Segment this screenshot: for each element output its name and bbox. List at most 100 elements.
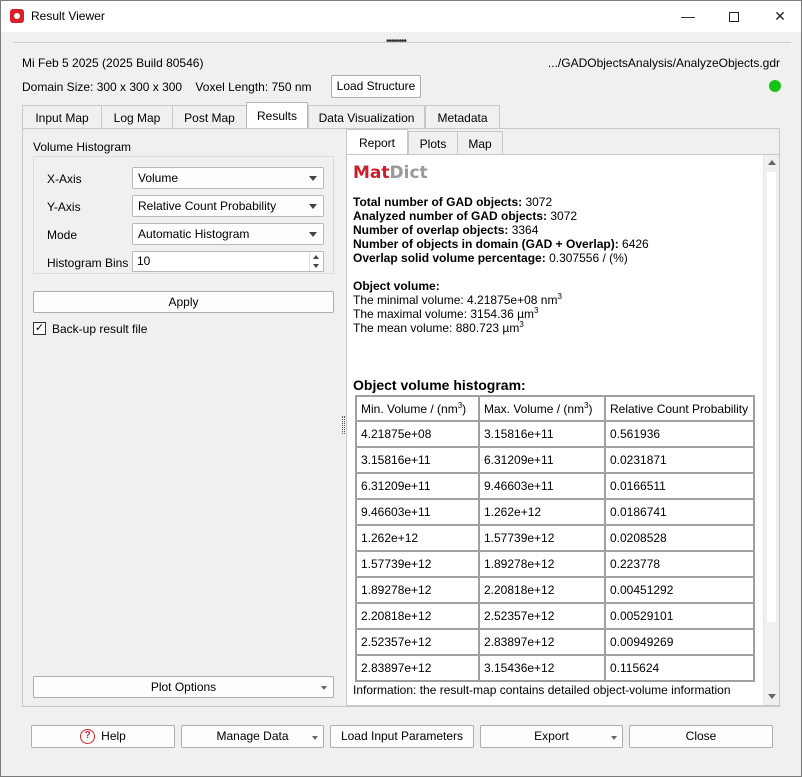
cell-max-volume: 2.83897e+12 xyxy=(478,628,606,656)
report-view: MatDict Total number of GAD objects: 307… xyxy=(346,154,780,706)
report-content: MatDict Total number of GAD objects: 307… xyxy=(347,155,763,705)
min-volume-text: The minimal volume: 4.21875e+08 nm xyxy=(353,293,558,307)
load-structure-button[interactable]: Load Structure xyxy=(331,75,421,98)
cell-relative-count: 0.115624 xyxy=(604,654,755,682)
table-row: 2.52357e+12 2.83897e+12 0.00949269 xyxy=(355,628,755,656)
spin-up-icon[interactable] xyxy=(313,255,319,259)
cell-relative-count: 0.00451292 xyxy=(604,576,755,604)
help-label: Help xyxy=(101,729,126,743)
stat-value: 0.307556 / (%) xyxy=(545,251,628,265)
cell-relative-count: 0.0231871 xyxy=(604,446,755,474)
stat-label: Overlap solid volume percentage: xyxy=(353,251,546,265)
stat-analyzed-objects: Analyzed number of GAD objects: 3072 xyxy=(353,209,577,223)
cell-max-volume: 1.89278e+12 xyxy=(478,550,606,578)
superscript-3: 3 xyxy=(534,306,539,315)
domain-info: Domain Size: 300 x 300 x 300 Voxel Lengt… xyxy=(22,80,312,94)
status-indicator xyxy=(769,80,781,92)
cell-relative-count: 0.561936 xyxy=(604,420,755,448)
load-input-parameters-button[interactable]: Load Input Parameters xyxy=(330,725,474,748)
min-volume-line: The minimal volume: 4.21875e+08 nm3 xyxy=(353,293,562,308)
table-row: 4.21875e+08 3.15816e+11 0.561936 xyxy=(355,420,755,448)
table-row: 1.89278e+12 2.20818e+12 0.00451292 xyxy=(355,576,755,604)
maximize-button[interactable] xyxy=(711,1,757,32)
stat-label: Total number of GAD objects: xyxy=(353,195,523,209)
plot-options-button[interactable]: Plot Options xyxy=(33,676,334,698)
cell-relative-count: 0.00949269 xyxy=(604,628,755,656)
tab-log-map[interactable]: Log Map xyxy=(101,105,173,129)
close-window-button[interactable]: ✕ xyxy=(757,1,802,32)
cell-max-volume: 9.46603e+11 xyxy=(478,472,606,500)
backup-checkbox[interactable]: ✓ xyxy=(33,322,46,335)
info-footer: Information: the result-map contains det… xyxy=(353,683,731,697)
cell-max-volume: 1.57739e+12 xyxy=(478,524,606,552)
tab-report[interactable]: Report xyxy=(346,129,408,156)
cell-max-volume: 2.52357e+12 xyxy=(478,602,606,630)
manage-data-label: Manage Data xyxy=(216,729,289,743)
tab-post-map[interactable]: Post Map xyxy=(172,105,247,129)
stat-value: 3072 xyxy=(547,209,578,223)
apply-button[interactable]: Apply xyxy=(33,291,334,313)
help-button[interactable]: ? Help xyxy=(31,725,175,748)
header-divider xyxy=(13,42,791,48)
scroll-down-icon[interactable] xyxy=(768,694,776,699)
scroll-up-icon[interactable] xyxy=(768,160,776,165)
manage-data-button[interactable]: Manage Data xyxy=(181,725,324,748)
header-paren: ) xyxy=(588,401,593,416)
cell-relative-count: 0.223778 xyxy=(604,550,755,578)
superscript-3: 3 xyxy=(519,320,524,329)
table-row: 6.31209e+11 9.46603e+11 0.0166511 xyxy=(355,472,755,500)
stat-total-objects: Total number of GAD objects: 3072 xyxy=(353,195,552,209)
tab-metadata[interactable]: Metadata xyxy=(425,105,500,129)
splitter-handle[interactable] xyxy=(342,416,345,434)
stat-label: Analyzed number of GAD objects: xyxy=(353,209,548,223)
y-axis-value: Relative Count Probability xyxy=(138,199,277,213)
cell-min-volume: 2.20818e+12 xyxy=(355,602,480,630)
histogram-bins-value: 10 xyxy=(137,254,151,268)
cell-relative-count: 0.0166511 xyxy=(604,472,755,500)
mean-volume-text: The mean volume: 880.723 µm xyxy=(353,321,520,335)
y-axis-select[interactable]: Relative Count Probability xyxy=(132,195,324,217)
report-scrollbar[interactable] xyxy=(763,155,779,705)
tab-data-visualization[interactable]: Data Visualization xyxy=(308,105,425,129)
scroll-thumb[interactable] xyxy=(766,171,777,623)
x-axis-value: Volume xyxy=(138,171,179,185)
spin-buttons[interactable] xyxy=(309,252,323,271)
stat-value: 6426 xyxy=(618,237,649,251)
mode-select[interactable]: Automatic Histogram xyxy=(132,223,324,245)
tab-plots[interactable]: Plots xyxy=(408,131,458,155)
stat-label: Number of overlap objects: xyxy=(353,223,509,237)
header-relative-count: Relative Count Probability xyxy=(604,395,755,422)
tab-map[interactable]: Map xyxy=(457,131,503,155)
maximize-icon xyxy=(729,12,739,23)
chevron-down-icon xyxy=(611,736,617,740)
mean-volume-line: The mean volume: 880.723 µm3 xyxy=(353,320,524,336)
tab-results[interactable]: Results xyxy=(246,102,308,130)
cell-min-volume: 1.262e+12 xyxy=(355,524,480,552)
cell-min-volume: 6.31209e+11 xyxy=(355,472,480,500)
cell-relative-count: 0.00529101 xyxy=(604,602,755,630)
export-button[interactable]: Export xyxy=(480,725,623,748)
window-title: Result Viewer xyxy=(31,9,105,23)
minimize-button[interactable]: — xyxy=(665,1,711,32)
stat-overlap-objects: Number of overlap objects: 3364 xyxy=(353,223,538,237)
cell-max-volume: 3.15436e+12 xyxy=(478,654,606,682)
cell-max-volume: 1.262e+12 xyxy=(478,498,606,526)
x-axis-select[interactable]: Volume xyxy=(132,167,324,189)
x-axis-label: X-Axis xyxy=(47,172,82,186)
tab-input-map[interactable]: Input Map xyxy=(22,105,102,129)
header-text: Min. Volume / (nm xyxy=(361,401,458,416)
chevron-down-icon xyxy=(312,736,318,740)
header-text: Max. Volume / (nm xyxy=(484,401,585,416)
spin-down-icon[interactable] xyxy=(313,264,319,268)
close-button[interactable]: Close xyxy=(629,725,773,748)
header-max-volume: Max. Volume / (nm3) xyxy=(478,395,606,422)
chevron-down-icon xyxy=(309,232,317,237)
mode-value: Automatic Histogram xyxy=(138,227,250,241)
cell-min-volume: 9.46603e+11 xyxy=(355,498,480,526)
histogram-bins-spinbox[interactable]: 10 xyxy=(132,251,324,272)
cell-max-volume: 6.31209e+11 xyxy=(478,446,606,474)
chevron-down-icon xyxy=(309,176,317,181)
table-row: 3.15816e+11 6.31209e+11 0.0231871 xyxy=(355,446,755,474)
table-header-row: Min. Volume / (nm3) Max. Volume / (nm3) … xyxy=(355,395,755,422)
cell-min-volume: 1.57739e+12 xyxy=(355,550,480,578)
